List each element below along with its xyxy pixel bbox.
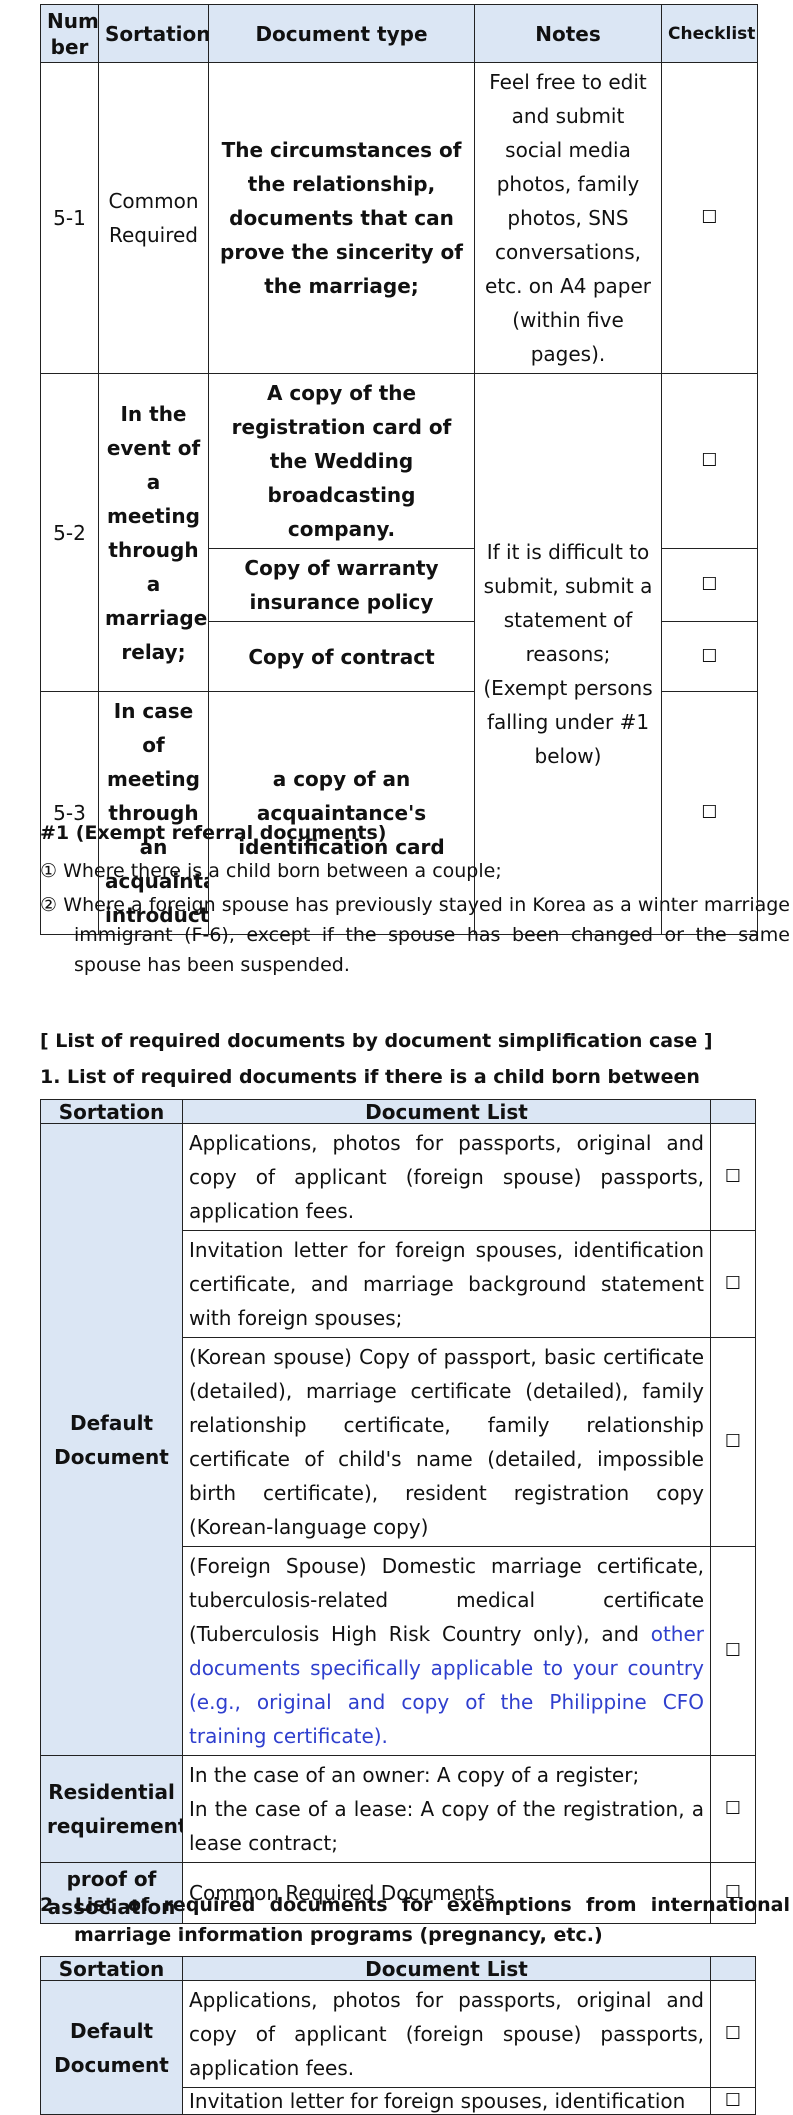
header-checklist: Checklist: [661, 4, 758, 63]
row-5-1-checkbox[interactable]: ☐: [661, 62, 758, 374]
header-document-type: Document type: [208, 4, 475, 63]
t2-residential-owner: In the case of an owner: A copy of a reg…: [189, 1763, 640, 1787]
header-number: Num ber: [40, 4, 99, 63]
row-5-2-document-a: A copy of the registration card of the W…: [208, 373, 475, 549]
t2-residential-checkbox[interactable]: ☐: [710, 1755, 756, 1863]
t2-doc-2-checkbox[interactable]: ☐: [710, 1230, 756, 1338]
row-5-2b-checkbox[interactable]: ☐: [661, 548, 758, 622]
row-5-1-number: 5-1: [40, 62, 99, 374]
t2-residential-label: Residential requirements: [40, 1755, 183, 1863]
t2-doc-1: Applications, photos for passports, orig…: [182, 1123, 711, 1231]
t3-doc-1: Applications, photos for passports, orig…: [182, 1980, 711, 2088]
t2-doc-4-text: (Foreign Spouse) Domestic marriage certi…: [189, 1554, 704, 1646]
document-page: Num ber Sortation Document type Notes Ch…: [0, 0, 793, 2115]
t3-doc-2-checkbox[interactable]: ☐: [710, 2087, 756, 2115]
t3-default-document-label: Default Document: [40, 1980, 183, 2115]
t2-residential-docs: In the case of an owner: A copy of a reg…: [182, 1755, 711, 1863]
t2-doc-3-checkbox[interactable]: ☐: [710, 1337, 756, 1547]
t3-doc-1-checkbox[interactable]: ☐: [710, 1980, 756, 2088]
t3-header-sortation: Sortation: [40, 1956, 183, 1981]
t2-doc-4: (Foreign Spouse) Domestic marriage certi…: [182, 1546, 711, 1756]
row-5-2-document-b: Copy of warranty insurance policy: [208, 548, 475, 622]
exempt-item-2: ② Where a foreign spouse has previously …: [40, 894, 790, 976]
t2-doc-2: Invitation letter for foreign spouses, i…: [182, 1230, 711, 1338]
required-documents-table: Num ber Sortation Document type Notes Ch…: [40, 4, 758, 935]
t2-residential-lease: In the case of a lease: A copy of the re…: [189, 1797, 704, 1855]
exempt-item-1: ① Where there is a child born between a …: [40, 860, 502, 882]
child-born-documents-table: Sortation Document List Default Document…: [40, 1099, 756, 1924]
t2-doc-1-checkbox[interactable]: ☐: [710, 1123, 756, 1231]
exempt-title: #1 (Exempt referral documents): [40, 822, 387, 844]
t2-header-check: [710, 1099, 756, 1124]
header-sortation: Sortation: [98, 4, 209, 63]
t2-default-document-label: Default Document: [40, 1123, 183, 1756]
row-5-2-number: 5-2: [40, 373, 99, 692]
header-notes: Notes: [474, 4, 662, 63]
section-sub-2: 2. List of required documents for exempt…: [40, 1894, 790, 1946]
t3-doc-2: Invitation letter for foreign spouses, i…: [182, 2087, 711, 2115]
row-5-2a-checkbox[interactable]: ☐: [661, 373, 758, 549]
section-title: [ List of required documents by document…: [40, 1030, 713, 1052]
t2-header-sortation: Sortation: [40, 1099, 183, 1124]
row-5-1-document: The circumstances of the relationship, d…: [208, 62, 475, 374]
t3-header-document-list: Document List: [182, 1956, 711, 1981]
t2-header-document-list: Document List: [182, 1099, 711, 1124]
t3-header-check: [710, 1956, 756, 1981]
row-5-1-notes: Feel free to edit and submit social medi…: [474, 62, 662, 374]
row-5-2-sortation: In the event of a meeting through a marr…: [98, 373, 209, 692]
t2-doc-4-checkbox[interactable]: ☐: [710, 1546, 756, 1756]
exemption-documents-table: Sortation Document List Default Document…: [40, 1956, 756, 2115]
row-5-1-sortation: Common Required: [98, 62, 209, 374]
row-5-2-notes: If it is difficult to submit, submit a s…: [474, 373, 662, 935]
row-5-2-document-c: Copy of contract: [208, 621, 475, 692]
t2-doc-3: (Korean spouse) Copy of passport, basic …: [182, 1337, 711, 1547]
row-5-2c-checkbox[interactable]: ☐: [661, 621, 758, 692]
